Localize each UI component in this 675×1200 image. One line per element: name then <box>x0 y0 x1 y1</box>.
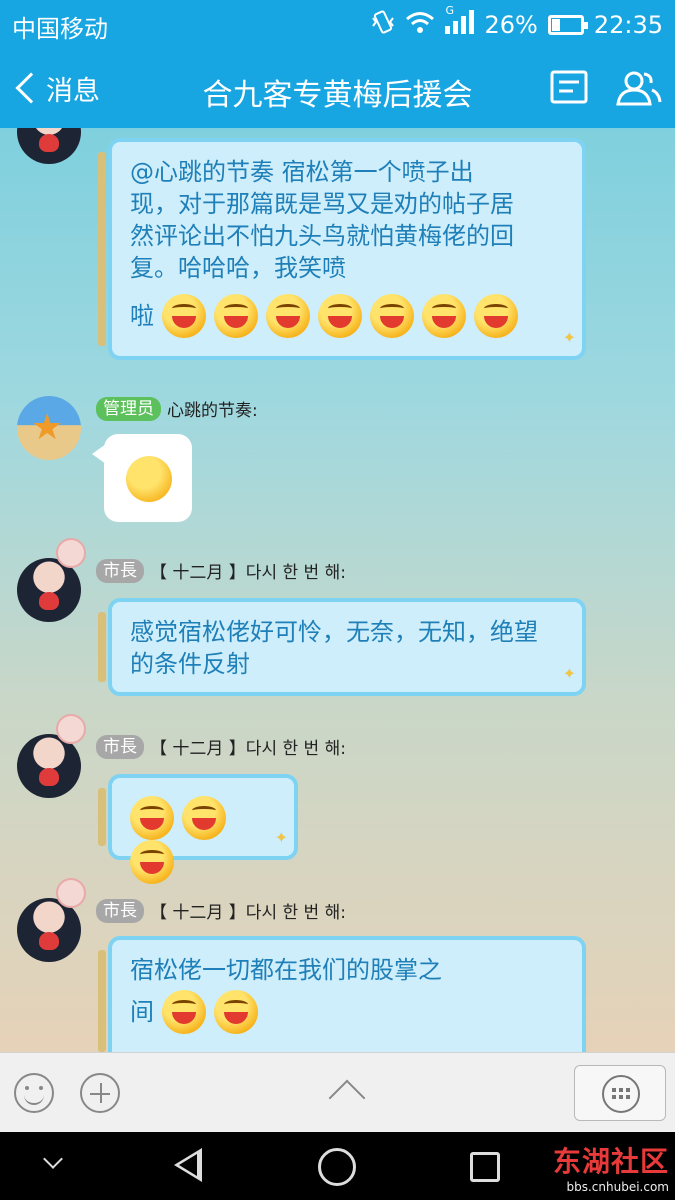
grin-emoji-icon <box>130 840 174 884</box>
sender-line: 市長 【 十二月 】다시 한 번 해: <box>96 898 346 923</box>
status-bar: 中国移动 G 26% 22:35 <box>0 0 675 48</box>
emoji-row: 啦 <box>130 294 568 338</box>
sender-line: 管理员 心跳的节奏: <box>96 396 258 421</box>
rank-badge: 市長 <box>96 558 144 583</box>
battery-percent: 26% <box>484 11 538 39</box>
sparkle-icon: ✦ <box>562 664 576 683</box>
vibrate-icon <box>371 9 395 41</box>
grin-emoji-icon <box>182 796 226 840</box>
signal-icon: G <box>445 4 475 40</box>
grin-emoji-icon <box>369 294 414 338</box>
sparkle-icon: ✦ <box>274 828 288 847</box>
grin-emoji-icon <box>265 294 310 338</box>
network-type-label: G <box>445 4 455 17</box>
grin-emoji-icon <box>317 294 362 338</box>
sender-name[interactable]: 【 十二月 】다시 한 번 해: <box>150 898 346 923</box>
more-button[interactable] <box>80 1073 120 1113</box>
sender-name[interactable]: 心跳的节奏: <box>167 396 258 421</box>
message-text: 感觉宿松佬好可怜，无奈，无知，绝望的条件反射 <box>130 618 538 678</box>
list-icon <box>550 70 588 104</box>
message-bubble[interactable]: 宿松佬一切都在我们的股掌之 间 <box>98 936 586 1052</box>
chevron-up-icon[interactable] <box>328 1079 366 1117</box>
watermark-logo: 东湖社区 <box>552 1145 669 1178</box>
sticker-emoji-icon <box>126 456 172 502</box>
message-bubble[interactable]: @心跳的节奏 宿松第一个喷子出现，对于那篇既是骂又是劝的帖子居然评论出不怕九头鸟… <box>98 138 586 360</box>
avatar-decoration <box>56 714 86 744</box>
avatar-decoration <box>56 878 86 908</box>
keyboard-icon <box>602 1075 640 1113</box>
status-icons: G 26% 22:35 <box>371 4 663 41</box>
message-bubble[interactable]: 感觉宿松佬好可怜，无奈，无知，绝望的条件反射 ✦ <box>98 598 586 696</box>
announcement-button[interactable] <box>550 70 590 106</box>
hide-keyboard-icon[interactable] <box>43 1149 63 1169</box>
keyboard-button[interactable] <box>574 1065 666 1121</box>
message-text: @心跳的节奏 宿松第一个喷子出现，对于那篇既是骂又是劝的帖子居然评论出不怕九头鸟… <box>130 158 514 282</box>
message-text: 宿松佬一切都在我们的股掌之 <box>130 956 442 984</box>
sparkle-icon: ✦ <box>562 328 576 347</box>
wifi-icon <box>405 10 435 40</box>
message-tail-text: 啦 <box>130 302 154 330</box>
sender-line: 市長 【 十二月 】다시 한 번 해: <box>96 558 346 583</box>
title-bar: 消息 合九客专黄梅后援会 <box>0 48 675 128</box>
back-button[interactable]: 消息 <box>14 68 100 108</box>
grin-emoji-icon <box>421 294 466 338</box>
grin-emoji-icon <box>161 294 206 338</box>
home-icon[interactable] <box>318 1148 356 1186</box>
grin-emoji-icon <box>161 990 206 1034</box>
sticker-bubble[interactable] <box>92 434 192 522</box>
clock: 22:35 <box>593 11 663 39</box>
sender-name[interactable]: 【 十二月 】다시 한 번 해: <box>150 558 346 583</box>
rank-badge: 市長 <box>96 734 144 759</box>
input-bar <box>0 1052 675 1132</box>
back-label: 消息 <box>46 75 100 107</box>
carrier-label: 中国移动 <box>12 15 108 43</box>
sender-name[interactable]: 【 十二月 】다시 한 번 해: <box>150 734 346 759</box>
avatar-decoration <box>56 538 86 568</box>
navigation-bar: 东湖社区 bbs.cnhubei.com <box>0 1132 675 1200</box>
chat-area[interactable]: @心跳的节奏 宿松第一个喷子出现，对于那篇既是骂又是劝的帖子居然评论出不怕九头鸟… <box>0 128 675 1052</box>
avatar[interactable] <box>17 128 81 164</box>
message-tail-text: 间 <box>130 998 154 1026</box>
grin-emoji-icon <box>213 990 258 1034</box>
watermark-url: bbs.cnhubei.com <box>566 1180 670 1194</box>
grin-emoji-icon <box>213 294 258 338</box>
battery-icon <box>547 15 588 35</box>
avatar[interactable] <box>17 396 81 460</box>
back-nav-icon[interactable] <box>174 1148 202 1182</box>
emoji-row: 间 <box>130 990 568 1034</box>
grin-emoji-icon <box>130 796 174 840</box>
sender-line: 市長 【 十二月 】다시 한 번 해: <box>96 734 346 759</box>
group-icon <box>616 71 662 106</box>
chevron-left-icon <box>15 72 47 104</box>
message-bubble[interactable]: ✦ <box>98 774 298 884</box>
admin-badge: 管理员 <box>96 396 161 421</box>
grin-emoji-icon <box>473 294 518 338</box>
recent-apps-icon[interactable] <box>470 1152 500 1182</box>
group-members-button[interactable] <box>614 70 662 106</box>
watermark: 东湖社区 bbs.cnhubei.com <box>553 1140 669 1194</box>
rank-badge: 市長 <box>96 898 144 923</box>
emoji-button[interactable] <box>14 1073 54 1113</box>
